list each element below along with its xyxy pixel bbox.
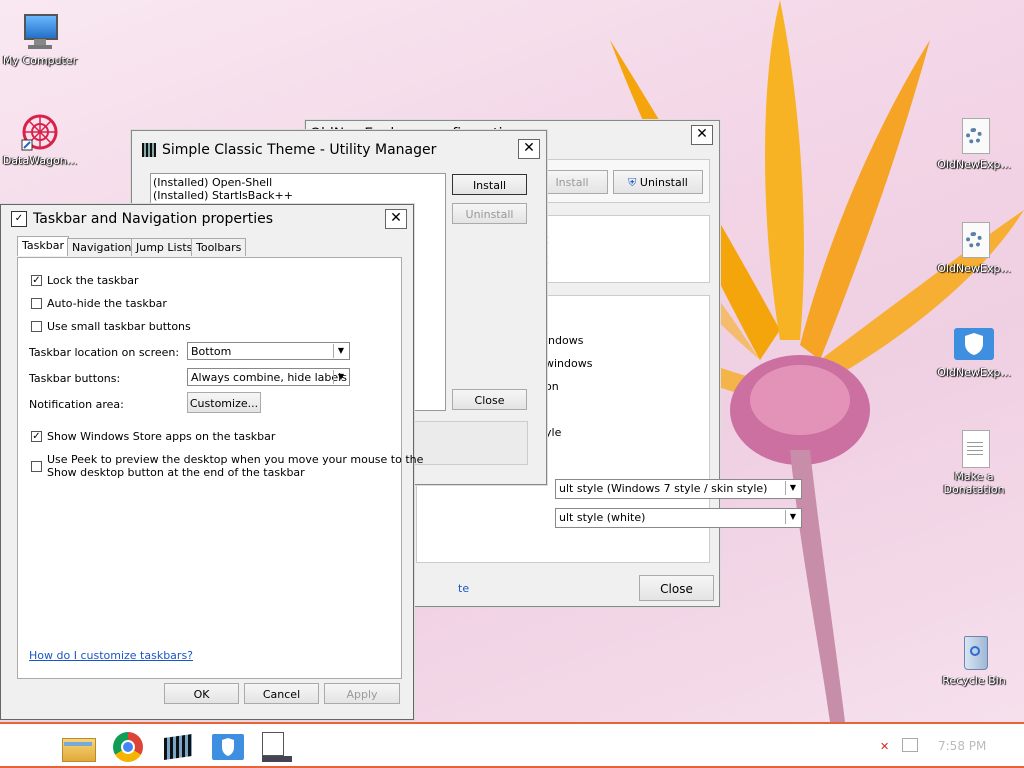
chevron-down-icon: ▼ bbox=[785, 510, 800, 524]
tab-jump-lists[interactable]: Jump Lists bbox=[131, 238, 198, 256]
display-icon[interactable] bbox=[902, 738, 918, 752]
desktop-icon-my-computer[interactable]: My Computer bbox=[0, 12, 80, 67]
tab-navigation[interactable]: Navigation bbox=[67, 238, 137, 256]
store-apps-label: Show Windows Store apps on the taskbar bbox=[47, 430, 276, 443]
store-apps-checkbox[interactable]: ✓ bbox=[31, 431, 42, 442]
install-button[interactable]: Install bbox=[452, 174, 527, 195]
customize-button[interactable]: Customize... bbox=[187, 392, 261, 413]
peek-checkbox[interactable] bbox=[31, 461, 42, 472]
desktop-icon-donation[interactable]: Make a Donatation bbox=[934, 428, 1014, 496]
chevron-down-icon: ▼ bbox=[333, 370, 348, 384]
cancel-button[interactable]: Cancel bbox=[244, 683, 319, 704]
auto-hide-checkbox[interactable] bbox=[31, 298, 42, 309]
settings-file-icon bbox=[954, 116, 994, 156]
desktop-icon-label: Make a bbox=[954, 470, 994, 483]
buttons-label: Taskbar buttons: bbox=[29, 372, 121, 385]
computer-icon bbox=[20, 12, 60, 52]
taskbar: ✕ 7:58 PM bbox=[0, 722, 1024, 768]
peek-label-line2: Show desktop button at the end of the ta… bbox=[47, 466, 305, 479]
recycle-bin-icon bbox=[954, 632, 994, 672]
location-combo[interactable]: Bottom ▼ bbox=[187, 342, 350, 360]
close-icon[interactable]: ✕ bbox=[518, 139, 540, 159]
taskbar-properties-icon[interactable] bbox=[260, 732, 292, 762]
window-title: Simple Classic Theme - Utility Manager bbox=[162, 142, 437, 158]
desktop-icon-recycle-bin[interactable]: Recycle Bin bbox=[934, 632, 1014, 687]
style-combo[interactable]: ult style (Windows 7 style / skin style)… bbox=[555, 479, 802, 499]
window-titlebar[interactable]: Simple Classic Theme - Utility Manager ✕ bbox=[132, 131, 546, 167]
option-label: yle bbox=[545, 426, 562, 439]
option-label: windows bbox=[545, 357, 593, 370]
datawagon-icon bbox=[20, 112, 60, 152]
option-label: indows bbox=[545, 334, 584, 347]
peek-label-line1: Use Peek to preview the desktop when you… bbox=[47, 453, 424, 466]
small-buttons-label: Use small taskbar buttons bbox=[47, 320, 191, 333]
close-button[interactable]: Close bbox=[639, 575, 714, 601]
close-icon[interactable]: ✕ bbox=[385, 209, 407, 229]
notification-label: Notification area: bbox=[29, 398, 124, 411]
chrome-icon[interactable] bbox=[112, 732, 144, 762]
lock-taskbar-checkbox[interactable]: ✓ bbox=[31, 275, 42, 286]
option-label: on bbox=[545, 380, 559, 393]
desktop-icon-oldnewexp-2[interactable]: OldNewExp... bbox=[934, 220, 1014, 275]
classic-theme-icon[interactable] bbox=[162, 732, 194, 762]
tab-strip: Taskbar Navigation Jump Lists Toolbars bbox=[17, 236, 401, 259]
window-title: Taskbar and Navigation properties bbox=[33, 211, 274, 227]
color-combo[interactable]: ult style (white) ▼ bbox=[555, 508, 802, 528]
desktop-icon-label: OldNewExp... bbox=[937, 262, 1011, 275]
close-icon[interactable]: ✕ bbox=[691, 125, 713, 145]
tab-taskbar[interactable]: Taskbar bbox=[17, 236, 69, 256]
settings-file-icon bbox=[954, 220, 994, 260]
location-label: Taskbar location on screen: bbox=[29, 346, 180, 359]
uninstall-button[interactable]: ⛨ Uninstall bbox=[613, 170, 703, 194]
desktop-icon-label: DataWagon... bbox=[2, 154, 78, 167]
taskbar-props-icon: ✓ bbox=[11, 211, 27, 227]
auto-hide-label: Auto-hide the taskbar bbox=[47, 297, 167, 310]
list-item[interactable]: (Installed) StartIsBack++ bbox=[153, 189, 293, 202]
desktop-icon-oldnewexp-3[interactable]: OldNewExp... bbox=[934, 324, 1014, 379]
clock[interactable]: 7:58 PM bbox=[938, 739, 986, 753]
taskbar-properties-window[interactable]: ✓ Taskbar and Navigation properties ✕ Ta… bbox=[0, 204, 423, 720]
shield-icon bbox=[954, 324, 994, 364]
help-link[interactable]: How do I customize taskbars? bbox=[29, 649, 193, 662]
chevron-down-icon: ▼ bbox=[785, 481, 800, 495]
list-item[interactable]: (Installed) Open-Shell bbox=[153, 176, 272, 189]
close-button[interactable]: Close bbox=[452, 389, 527, 410]
info-panel bbox=[412, 421, 528, 465]
app-icon bbox=[142, 143, 156, 157]
buttons-combo[interactable]: Always combine, hide labels ▼ bbox=[187, 368, 350, 386]
file-explorer-icon[interactable] bbox=[62, 732, 96, 762]
desktop-icon-label: OldNewExp... bbox=[937, 366, 1011, 379]
network-status-icon[interactable]: ✕ bbox=[880, 740, 892, 753]
document-icon bbox=[954, 428, 994, 468]
uac-shield-icon: ⛨ bbox=[628, 176, 637, 189]
desktop-icon-oldnewexp-1[interactable]: OldNewExp... bbox=[934, 116, 1014, 171]
desktop-icon-label-line2: Donatation bbox=[943, 483, 1005, 496]
small-buttons-checkbox[interactable] bbox=[31, 321, 42, 332]
desktop-icon-label: My Computer bbox=[2, 54, 78, 67]
desktop-icon-label: OldNewExp... bbox=[937, 158, 1011, 171]
uninstall-button[interactable]: Uninstall bbox=[452, 203, 527, 224]
uninstall-label: Uninstall bbox=[639, 176, 688, 189]
apply-button[interactable]: Apply bbox=[324, 683, 400, 704]
shield-icon[interactable] bbox=[212, 732, 244, 762]
window-titlebar[interactable]: ✓ Taskbar and Navigation properties ✕ bbox=[1, 205, 413, 231]
website-link[interactable]: te bbox=[458, 582, 469, 595]
chevron-down-icon: ▼ bbox=[333, 344, 348, 358]
tab-toolbars[interactable]: Toolbars bbox=[191, 238, 247, 256]
desktop-icon-label: Recycle Bin bbox=[942, 674, 1006, 687]
desktop-icon-datawagon[interactable]: DataWagon... bbox=[0, 112, 80, 167]
lock-taskbar-label: Lock the taskbar bbox=[47, 274, 139, 287]
ok-button[interactable]: OK bbox=[164, 683, 239, 704]
